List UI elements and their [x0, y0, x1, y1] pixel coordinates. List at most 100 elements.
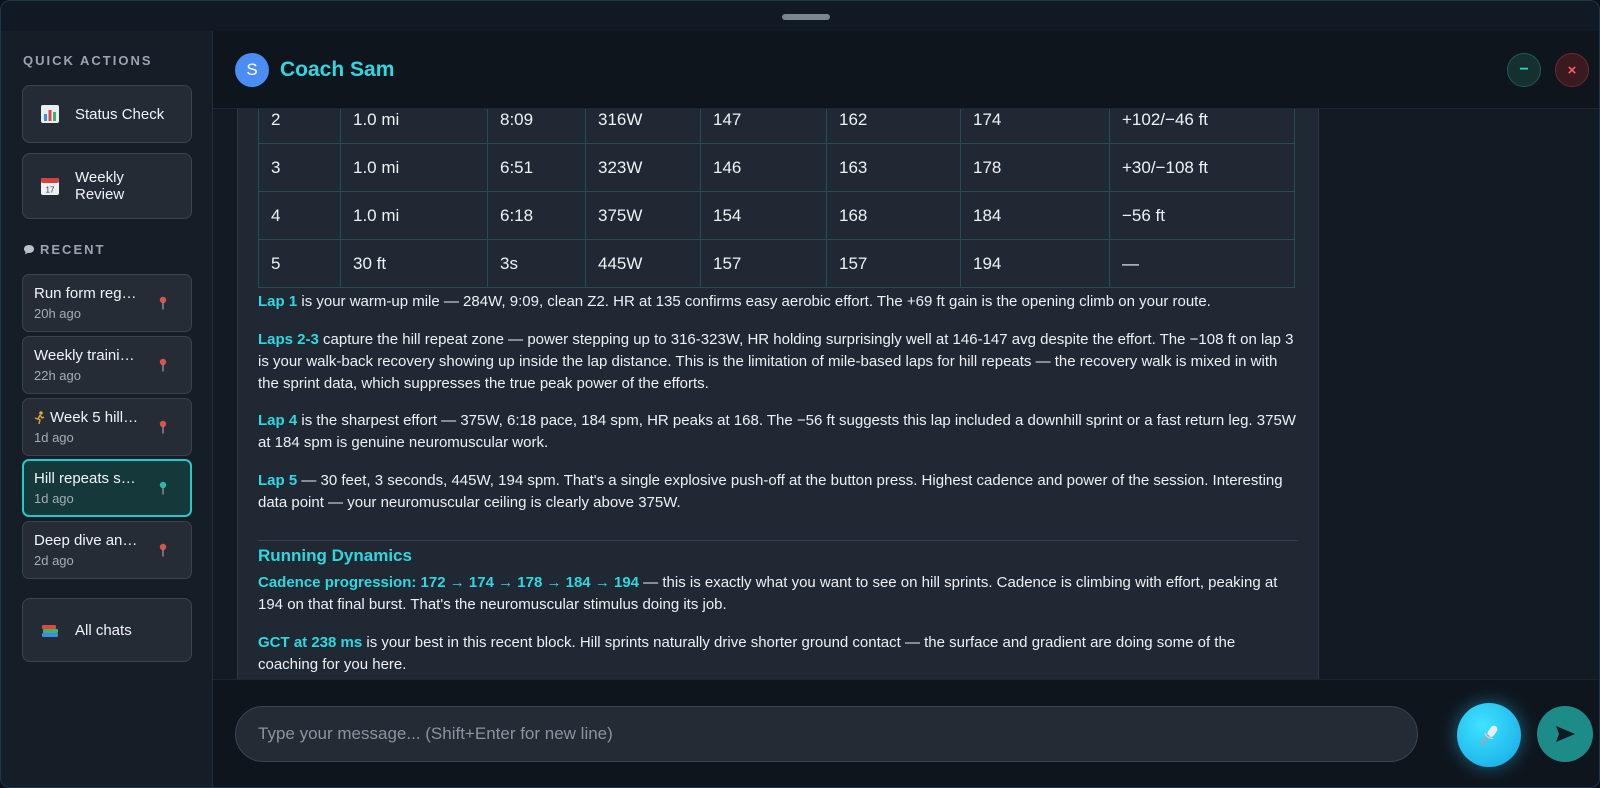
app-window: QUICK ACTIONS Status Check 17 Weekly Rev… — [0, 0, 1600, 788]
send-icon — [1553, 722, 1577, 746]
window-drag-bar[interactable] — [1, 1, 1599, 31]
table-cell: 5 — [258, 239, 341, 288]
lap1-paragraph: Lap 1 is your warm-up mile — 284W, 9:09,… — [258, 291, 1298, 313]
table-row: 5 30 ft 3s 445W 157 157 194 — — [258, 239, 1295, 288]
gct-paragraph: GCT at 238 ms is your best in this recen… — [258, 632, 1298, 676]
table-cell: 168 — [826, 191, 961, 240]
table-cell: 8:09 — [487, 109, 586, 144]
table-cell: 1.0 mi — [340, 191, 488, 240]
lap4-paragraph: Lap 4 is the sharpest effort — 375W, 6:1… — [258, 410, 1298, 454]
lap5-label: Lap 5 — [258, 472, 298, 489]
lap4-text: is the sharpest effort — 375W, 6:18 pace… — [258, 412, 1296, 451]
table-cell: 2 — [258, 109, 341, 144]
gct-label: GCT at 238 ms — [258, 634, 363, 651]
table-cell: 163 — [826, 143, 961, 192]
send-button[interactable] — [1537, 706, 1593, 762]
table-cell: 162 — [826, 109, 961, 144]
pin-icon[interactable] — [158, 420, 168, 434]
chat-title: Hill repeats s… — [34, 470, 136, 487]
bar-chart-icon — [39, 103, 61, 125]
table-cell: +30/−108 ft — [1109, 143, 1295, 192]
table-cell: 154 — [700, 191, 827, 240]
svg-text:17: 17 — [46, 186, 55, 195]
recent-title: RECENT — [40, 242, 106, 257]
table-cell: 6:51 — [487, 143, 586, 192]
pin-icon[interactable] — [158, 296, 168, 310]
table-cell: 6:18 — [487, 191, 586, 240]
all-chats-label: All chats — [75, 621, 132, 639]
laps23-text: capture the hill repeat zone — power ste… — [258, 331, 1294, 392]
table-cell: −56 ft — [1109, 191, 1295, 240]
all-chats-button[interactable]: All chats — [22, 598, 192, 662]
books-icon — [39, 619, 61, 641]
chat-time: 2d ago — [34, 553, 74, 568]
minimize-button[interactable]: − — [1507, 53, 1541, 87]
table-cell: 3 — [258, 143, 341, 192]
table-cell: 157 — [700, 239, 827, 288]
cadence-label: Cadence progression: 172 → 174 → 178 → 1… — [258, 574, 640, 591]
drag-handle[interactable] — [782, 14, 830, 20]
avatar: S — [235, 53, 269, 87]
coach-name: Coach Sam — [280, 58, 395, 81]
microphone-button[interactable] — [1457, 703, 1521, 767]
table-cell: 30 ft — [340, 239, 488, 288]
runner-icon — [34, 410, 46, 425]
table-cell: +102/−46 ft — [1109, 109, 1295, 144]
chat-time: 20h ago — [34, 306, 81, 321]
chat-title-row: Week 5 hill… — [34, 409, 154, 426]
table-cell: 157 — [826, 239, 961, 288]
message-input[interactable] — [235, 706, 1418, 762]
recent-chat-item-active[interactable]: Hill repeats s… 1d ago — [22, 459, 192, 517]
table-cell: 375W — [585, 191, 701, 240]
weekly-review-label: Weekly Review — [75, 169, 125, 203]
chat-title: Run form reg… — [34, 285, 137, 302]
lap5-paragraph: Lap 5 — 30 feet, 3 seconds, 445W, 194 sp… — [258, 470, 1298, 514]
table-cell: — — [1109, 239, 1295, 288]
pin-icon[interactable] — [158, 481, 168, 495]
table-cell: 147 — [700, 109, 827, 144]
section-divider — [258, 540, 1298, 541]
status-check-label: Status Check — [75, 105, 165, 123]
table-cell: 1.0 mi — [340, 143, 488, 192]
pin-icon[interactable] — [158, 358, 168, 372]
recent-chat-item[interactable]: Week 5 hill… 1d ago — [22, 398, 192, 456]
table-cell: 146 — [700, 143, 827, 192]
table-row: 3 1.0 mi 6:51 323W 146 163 178 +30/−108 … — [258, 143, 1295, 192]
chat-title: Week 5 hill… — [50, 409, 139, 426]
table-cell: 194 — [960, 239, 1110, 288]
lap4-label: Lap 4 — [258, 412, 298, 429]
speech-bubble-icon — [23, 244, 35, 256]
lap1-text: is your warm-up mile — 284W, 9:09, clean… — [297, 293, 1211, 310]
chat-time: 22h ago — [34, 368, 81, 383]
chat-messages[interactable]: 2 1.0 mi 8:09 316W 147 162 174 +102/−46 … — [213, 109, 1599, 679]
microphone-icon — [1476, 722, 1502, 748]
calendar-icon: 17 — [39, 175, 61, 197]
recent-chat-item[interactable]: Weekly traini… 22h ago — [22, 336, 192, 394]
table-cell: 178 — [960, 143, 1110, 192]
recent-section-header: RECENT — [23, 242, 105, 257]
table-cell: 4 — [258, 191, 341, 240]
recent-chat-item[interactable]: Deep dive an… 2d ago — [22, 521, 192, 579]
chat-header: S Coach Sam − × — [213, 31, 1599, 109]
chat-title: Deep dive an… — [34, 532, 138, 549]
lap1-label: Lap 1 — [258, 293, 298, 310]
weekly-review-button[interactable]: 17 Weekly Review — [22, 153, 192, 219]
status-check-button[interactable]: Status Check — [22, 85, 192, 143]
table-cell: 184 — [960, 191, 1110, 240]
table-cell: 3s — [487, 239, 586, 288]
pin-icon[interactable] — [158, 543, 168, 557]
recent-chat-item[interactable]: Run form reg… 20h ago — [22, 274, 192, 332]
close-button[interactable]: × — [1555, 53, 1589, 87]
chat-time: 1d ago — [34, 491, 74, 506]
table-cell: 316W — [585, 109, 701, 144]
table-cell: 174 — [960, 109, 1110, 144]
laps23-paragraph: Laps 2-3 capture the hill repeat zone — … — [258, 329, 1298, 395]
cadence-paragraph: Cadence progression: 172 → 174 → 178 → 1… — [258, 572, 1298, 616]
laps23-label: Laps 2-3 — [258, 331, 319, 348]
quick-actions-title: QUICK ACTIONS — [23, 53, 153, 68]
table-cell: 323W — [585, 143, 701, 192]
composer-bar — [213, 679, 1599, 787]
sidebar: QUICK ACTIONS Status Check 17 Weekly Rev… — [1, 31, 213, 787]
lap5-text: — 30 feet, 3 seconds, 445W, 194 spm. Tha… — [258, 472, 1283, 511]
laps-table: 2 1.0 mi 8:09 316W 147 162 174 +102/−46 … — [258, 109, 1295, 288]
